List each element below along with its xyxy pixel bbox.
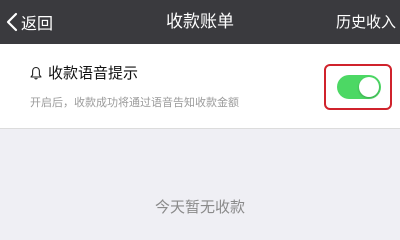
chevron-left-icon <box>6 12 18 32</box>
top-navigation-bar: 返回 收款账单 历史收入 <box>0 0 400 44</box>
voice-prompt-toggle[interactable] <box>337 75 381 99</box>
back-button[interactable]: 返回 <box>0 0 53 44</box>
voice-setting-description: 开启后，收款成功将通过语音告知收款金额 <box>30 96 239 109</box>
toggle-knob <box>359 77 379 97</box>
empty-state-message: 今天暂无收款 <box>154 198 245 216</box>
voice-setting-panel: 收款语音提示 开启后，收款成功将通过语音告知收款金额 <box>0 44 400 129</box>
voice-setting-title-row: 收款语音提示 <box>30 62 138 83</box>
back-label: 返回 <box>21 14 54 33</box>
bell-icon <box>30 66 48 80</box>
history-income-button[interactable]: 历史收入 <box>336 0 396 44</box>
voice-setting-title: 收款语音提示 <box>48 64 139 82</box>
